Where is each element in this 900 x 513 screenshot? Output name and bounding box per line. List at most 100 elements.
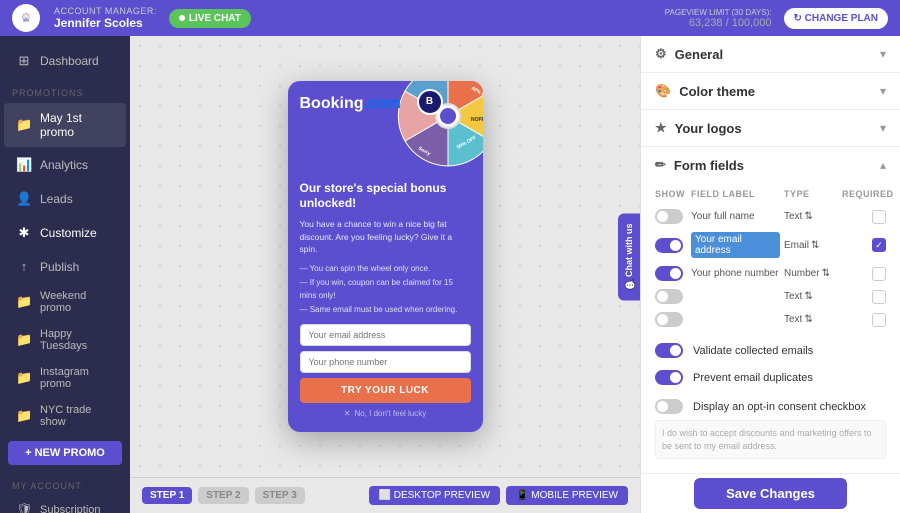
desktop-preview-button[interactable]: ⬜ DESKTOP PREVIEW (369, 486, 501, 505)
save-changes-button[interactable]: Save Changes (694, 478, 847, 509)
new-promo-button[interactable]: + NEW PROMO (8, 441, 122, 465)
general-label: General (675, 47, 723, 62)
live-chat-button[interactable]: LIVE CHAT (169, 9, 251, 28)
save-bar: Save Changes (641, 473, 900, 513)
popup-bullet2: — If you win, coupon can be claimed for … (300, 276, 471, 303)
toggle-prevent-duplicates[interactable] (655, 370, 683, 385)
ff-row-email: Your email address Email ⇅ ✓ (641, 228, 900, 262)
top-bar: 🎡 Account Manager: Jennifer Scoles LIVE … (0, 0, 900, 36)
ff-row-fullname: Your full name Text ⇅ (641, 205, 900, 228)
skip-icon: ✕ (344, 409, 351, 418)
prevent-duplicates-label: Prevent email duplicates (693, 372, 813, 384)
req-phone[interactable] (872, 267, 886, 281)
form-fields-header[interactable]: ✏ Form fields ▴ (641, 147, 900, 183)
popup-body: Our store's special bonus unlocked! You … (288, 171, 483, 433)
general-header-left: ⚙ General (655, 46, 723, 62)
step1-badge[interactable]: STEP 1 (142, 487, 192, 504)
pageview-label: PAGEVIEW LIMIT (30 DAYS): (665, 8, 772, 17)
sidebar-subscription-label: Subscription (40, 504, 101, 513)
pageview-info: PAGEVIEW LIMIT (30 DAYS): 63,238 / 100,0… (665, 8, 772, 29)
color-theme-header-left: 🎨 Color theme (655, 83, 755, 99)
publish-icon: ↑ (16, 259, 32, 274)
popup-bullet3: — Same email must be used when ordering. (300, 303, 471, 317)
sidebar-weekend-label: Weekend promo (40, 290, 114, 314)
color-theme-header[interactable]: 🎨 Color theme ▾ (641, 73, 900, 109)
logos-header[interactable]: ★ Your logos ▾ (641, 110, 900, 146)
folder-icon-2: 📁 (16, 332, 32, 348)
general-chevron: ▾ (880, 47, 886, 61)
booking-logo: Booking.com (300, 95, 401, 113)
popup-desc: You have a chance to win a nice big fat … (300, 218, 471, 256)
step3-badge[interactable]: STEP 3 (255, 487, 305, 504)
form-fields-icon: ✏ (655, 157, 666, 173)
req-row5[interactable] (872, 313, 886, 327)
sidebar-item-happy-tuesdays[interactable]: 📁 Happy Tuesdays (4, 322, 126, 358)
toggle-validate-emails[interactable] (655, 343, 683, 358)
general-header[interactable]: ⚙ General ▾ (641, 36, 900, 72)
sidebar-item-leads[interactable]: 👤 Leads (4, 183, 126, 215)
ff-row-4: Text ⇅ (641, 285, 900, 308)
bottom-bar: STEP 1 STEP 2 STEP 3 ⬜ DESKTOP PREVIEW 📱… (130, 477, 640, 513)
toggle-email[interactable] (655, 238, 683, 253)
toggle-phone[interactable] (655, 266, 683, 281)
req-fullname[interactable] (872, 210, 886, 224)
sidebar-item-nyc-trade-show[interactable]: 📁 NYC trade show (4, 398, 126, 434)
logos-header-left: ★ Your logos (655, 120, 742, 136)
validate-emails-label: Validate collected emails (693, 345, 813, 357)
consent-text: I do wish to accept discounts and market… (655, 420, 886, 459)
change-plan-button[interactable]: ↻ CHANGE PLAN (784, 8, 889, 29)
ff-fullname-type: Text ⇅ (784, 211, 838, 222)
live-indicator (179, 15, 185, 21)
popup-phone-input[interactable] (300, 351, 471, 373)
folder-icon: 📁 (16, 294, 32, 310)
col-type: TYPE (784, 189, 838, 199)
analytics-icon: 📊 (16, 157, 32, 173)
sidebar-analytics-label: Analytics (40, 158, 88, 172)
sidebar-item-weekend-promo[interactable]: 📁 Weekend promo (4, 284, 126, 320)
sidebar-item-analytics[interactable]: 📊 Analytics (4, 149, 126, 181)
toggle-row4[interactable] (655, 289, 683, 304)
panel-section-color-theme: 🎨 Color theme ▾ (641, 73, 900, 110)
popup-avatar: B (417, 89, 443, 115)
ff-row5-type: Text ⇅ (784, 314, 838, 325)
pageview-number: 63,238 (689, 17, 723, 29)
subscription-icon: 🛡 (16, 502, 32, 513)
toggle-consent[interactable] (655, 399, 683, 414)
logos-icon: ★ (655, 120, 667, 136)
form-fields-chevron: ▴ (880, 158, 886, 172)
pageview-total: / 100,000 (726, 17, 772, 29)
color-theme-icon: 🎨 (655, 83, 671, 99)
chat-widget[interactable]: 💬 Chat with us (618, 213, 640, 300)
popup-skip[interactable]: ✕ No, I don't feel lucky (300, 409, 471, 422)
sidebar-item-instagram-promo[interactable]: 📁 Instagram promo (4, 360, 126, 396)
step2-badge[interactable]: STEP 2 (198, 487, 248, 504)
sidebar-publish-label: Publish (40, 260, 79, 274)
popup-card: 40% OFF NOPE 50% OFF Sorry Booking.com B… (288, 81, 483, 433)
popup-bullet1: — You can spin the wheel only once. (300, 262, 471, 276)
toggle-row5[interactable] (655, 312, 683, 327)
folder-icon-3: 📁 (16, 370, 32, 386)
sidebar-item-customize[interactable]: ✱ Customize (4, 217, 126, 249)
sidebar-item-publish[interactable]: ↑ Publish (4, 251, 126, 282)
logos-label: Your logos (675, 121, 742, 136)
booking-dot: .com (364, 95, 401, 112)
req-email[interactable]: ✓ (872, 238, 886, 252)
booking-brand: Booking (300, 95, 364, 112)
popup-cta-button[interactable]: TRY YOUR LUCK (300, 378, 471, 403)
mobile-preview-button[interactable]: 📱 MOBILE PREVIEW (506, 486, 628, 505)
sidebar-item-dashboard[interactable]: ⊞ Dashboard (4, 45, 126, 77)
popup-bullets: — You can spin the wheel only once. — If… (300, 262, 471, 316)
panel-section-form-fields: ✏ Form fields ▴ SHOW FIELD LABEL TYPE RE… (641, 147, 900, 473)
popup-email-input[interactable] (300, 324, 471, 346)
sidebar-item-subscription[interactable]: 🛡 Subscription (4, 496, 126, 513)
req-row4[interactable] (872, 290, 886, 304)
color-theme-label: Color theme (679, 84, 755, 99)
toggle-fullname[interactable] (655, 209, 683, 224)
sidebar-leads-label: Leads (40, 192, 73, 206)
logo-icon: 🎡 (12, 4, 40, 32)
folder-icon-4: 📁 (16, 408, 32, 424)
col-field-label: FIELD LABEL (691, 189, 780, 199)
right-panel: ⚙ General ▾ 🎨 Color theme ▾ ★ Your lo (640, 36, 900, 513)
sidebar-item-may1promo[interactable]: 📁 May 1st promo (4, 103, 126, 147)
center-area: 40% OFF NOPE 50% OFF Sorry Booking.com B… (130, 36, 640, 513)
